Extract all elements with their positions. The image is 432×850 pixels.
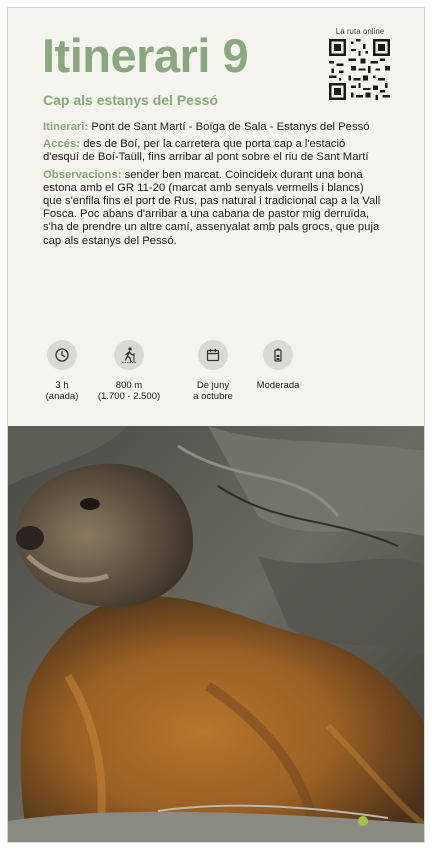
itinerari-text: Pont de Sant Martí - Boïga de Sala - Est… — [91, 121, 370, 133]
acces-text: des de Boí, per la carretera que porta c… — [43, 138, 369, 164]
battery-difficulty-icon — [263, 340, 293, 370]
clock-icon — [47, 340, 77, 370]
qr-code-icon[interactable] — [329, 39, 390, 100]
stat-difficulty-text: Moderada — [256, 380, 300, 391]
observacions-label: Observacions: — [43, 168, 122, 181]
acces-label: Accés: — [43, 138, 81, 151]
acces-paragraph: Accés: des de Boí, per la carretera que … — [43, 138, 383, 164]
observacions-paragraph: Observacions: sender ben marcat. Coincid… — [43, 169, 383, 248]
calendar-icon — [198, 340, 228, 370]
stat-elevation-text: 800 m (1.700 - 2.500) — [97, 380, 161, 402]
itinerari-label: Itinerari: — [43, 121, 89, 133]
itinerari-paragraph: Itinerari: Pont de Sant Martí - Boïga de… — [43, 121, 383, 134]
route-description: Itinerari: Pont de Sant Martí - Boïga de… — [43, 121, 383, 252]
route-stats: 3 h (anada) 800 m (1.700 - 2.500) De juny a… — [28, 340, 328, 410]
marmot-photo — [8, 426, 424, 842]
route-card: Itinerari 9 Cap als estanys del Pessó La… — [7, 7, 425, 843]
stat-difficulty: Moderada — [233, 340, 323, 391]
qr-label: La ruta online — [335, 27, 385, 36]
hiker-icon — [114, 340, 144, 370]
page-title: Itinerari 9 — [42, 29, 249, 82]
route-subtitle: Cap als estanys del Pessó — [43, 92, 219, 108]
stat-elevation: 800 m (1.700 - 2.500) — [84, 340, 174, 402]
